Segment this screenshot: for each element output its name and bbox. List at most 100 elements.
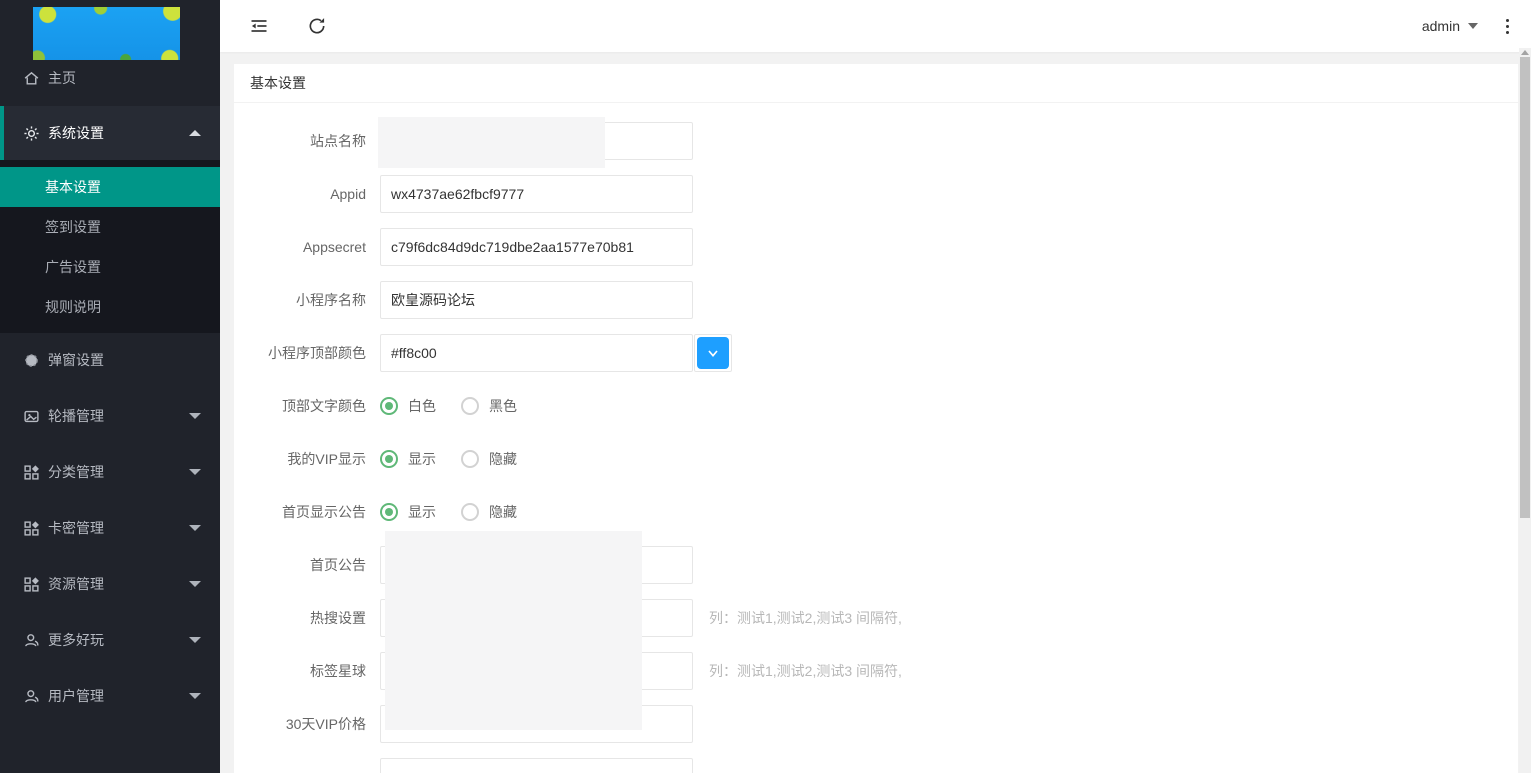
- submenu-item-ad-settings[interactable]: 广告设置: [0, 247, 220, 287]
- form-row: Appid: [234, 175, 1518, 213]
- chevron-up-icon: [189, 130, 201, 136]
- top-color-input[interactable]: [380, 334, 693, 372]
- chevron-down-icon: [189, 637, 201, 643]
- radio-vip-hide[interactable]: 隐藏: [461, 449, 517, 469]
- chevron-down-icon: [1468, 23, 1478, 29]
- home-icon: [23, 70, 40, 87]
- sidebar-item-label: 更多好玩: [48, 630, 104, 650]
- sidebar: 主页 系统设置 基本设置 签到设置 广告设置 规则说明 弹窗设置: [0, 0, 220, 773]
- sidebar-item-popup-settings[interactable]: 弹窗设置: [0, 332, 220, 388]
- sidebar-item-label: 用户管理: [48, 686, 104, 706]
- logo-area: [0, 0, 220, 62]
- radio-notice-hide[interactable]: 隐藏: [461, 502, 517, 522]
- radio-label: 显示: [408, 449, 436, 469]
- collapse-sidebar-icon[interactable]: [249, 16, 269, 36]
- grid-icon: [23, 576, 40, 593]
- admin-username: admin: [1422, 18, 1460, 34]
- vip-price-label: 30天VIP价格: [234, 714, 380, 734]
- hot-search-hint: 列：测试1,测试2,测试3 间隔符,: [709, 608, 902, 628]
- submenu-item-basic-settings[interactable]: 基本设置: [0, 167, 220, 207]
- scroll-up-arrow-icon[interactable]: [1521, 50, 1529, 55]
- appsecret-input[interactable]: [380, 228, 693, 266]
- page-scrollbar[interactable]: [1519, 48, 1531, 773]
- sidebar-item-label: 轮播管理: [48, 406, 104, 426]
- radio-top-text-black[interactable]: 黑色: [461, 396, 517, 416]
- radio-circle: [380, 397, 398, 415]
- mini-name-input[interactable]: [380, 281, 693, 319]
- person-icon: [23, 688, 40, 705]
- radio-top-text-white[interactable]: 白色: [380, 396, 436, 416]
- sidebar-item-card-keys[interactable]: 卡密管理: [0, 500, 220, 556]
- carousel-icon: [23, 408, 40, 425]
- submenu-item-rules[interactable]: 规则说明: [0, 287, 220, 327]
- form-row: 首页显示公告 显示 隐藏: [234, 493, 1518, 531]
- home-notice-label: 首页公告: [234, 555, 380, 575]
- sidebar-item-carousel[interactable]: 轮播管理: [0, 388, 220, 444]
- more-options-icon[interactable]: [1506, 19, 1509, 34]
- sidebar-item-resources[interactable]: 资源管理: [0, 556, 220, 612]
- censored-region: [378, 117, 605, 168]
- form-row: 小程序名称: [234, 281, 1518, 319]
- sidebar-item-category[interactable]: 分类管理: [0, 444, 220, 500]
- sidebar-item-label: 系统设置: [48, 123, 104, 143]
- grid-icon: [23, 464, 40, 481]
- notice-show-label: 首页显示公告: [234, 502, 380, 522]
- chevron-down-icon: [189, 469, 201, 475]
- appsecret-label: Appsecret: [234, 239, 380, 255]
- sidebar-item-label: 主页: [48, 68, 76, 88]
- appid-input[interactable]: [380, 175, 693, 213]
- mini-name-label: 小程序名称: [234, 290, 380, 310]
- topbar-right: admin: [1422, 0, 1531, 52]
- form-row: [234, 758, 1518, 773]
- color-swatch: [697, 337, 729, 369]
- site-name-label: 站点名称: [234, 131, 380, 151]
- radio-label: 隐藏: [489, 502, 517, 522]
- system-settings-submenu: 基本设置 签到设置 广告设置 规则说明: [0, 160, 220, 333]
- radio-circle: [461, 397, 479, 415]
- top-color-label: 小程序顶部颜色: [234, 343, 380, 363]
- radio-circle: [461, 450, 479, 468]
- radio-vip-show[interactable]: 显示: [380, 449, 436, 469]
- grid-icon: [23, 520, 40, 537]
- chevron-down-icon: [189, 525, 201, 531]
- radio-label: 显示: [408, 502, 436, 522]
- sidebar-item-more-fun[interactable]: 更多好玩: [0, 612, 220, 668]
- scrollbar-thumb[interactable]: [1520, 57, 1530, 518]
- topbar: admin: [220, 0, 1531, 52]
- admin-menu[interactable]: admin: [1422, 18, 1478, 34]
- chevron-down-icon: [189, 413, 201, 419]
- sidebar-item-label: 分类管理: [48, 462, 104, 482]
- circle-icon: [23, 352, 40, 369]
- card-title: 基本设置: [234, 64, 1518, 103]
- radio-notice-show[interactable]: 显示: [380, 502, 436, 522]
- sidebar-item-label: 卡密管理: [48, 518, 104, 538]
- gear-icon: [23, 125, 40, 142]
- vip-show-label: 我的VIP显示: [234, 449, 380, 469]
- submenu-item-signin-settings[interactable]: 签到设置: [0, 207, 220, 247]
- radio-circle: [461, 503, 479, 521]
- chevron-down-icon: [705, 345, 721, 361]
- sidebar-item-label: 资源管理: [48, 574, 104, 594]
- tag-planet-label: 标签星球: [234, 661, 380, 681]
- hot-search-label: 热搜设置: [234, 608, 380, 628]
- radio-circle: [380, 450, 398, 468]
- radio-circle: [380, 503, 398, 521]
- radio-label: 白色: [408, 396, 436, 416]
- sidebar-item-system-settings[interactable]: 系统设置: [0, 106, 220, 160]
- sidebar-item-user-management[interactable]: 用户管理: [0, 668, 220, 724]
- chevron-down-icon: [189, 693, 201, 699]
- refresh-icon[interactable]: [307, 16, 327, 36]
- sidebar-item-home[interactable]: 主页: [0, 58, 220, 98]
- radio-label: 黑色: [489, 396, 517, 416]
- top-text-color-label: 顶部文字颜色: [234, 396, 380, 416]
- form-row: 小程序顶部颜色: [234, 334, 1518, 372]
- form-row: 顶部文字颜色 白色 黑色: [234, 387, 1518, 425]
- person-icon: [23, 632, 40, 649]
- color-picker-button[interactable]: [694, 334, 732, 372]
- chevron-down-icon: [189, 581, 201, 587]
- next-field-input[interactable]: [380, 758, 693, 773]
- app-logo: [33, 7, 180, 60]
- censored-region: [385, 531, 642, 730]
- form-row: 我的VIP显示 显示 隐藏: [234, 440, 1518, 478]
- tag-planet-hint: 列：测试1,测试2,测试3 间隔符,: [709, 661, 902, 681]
